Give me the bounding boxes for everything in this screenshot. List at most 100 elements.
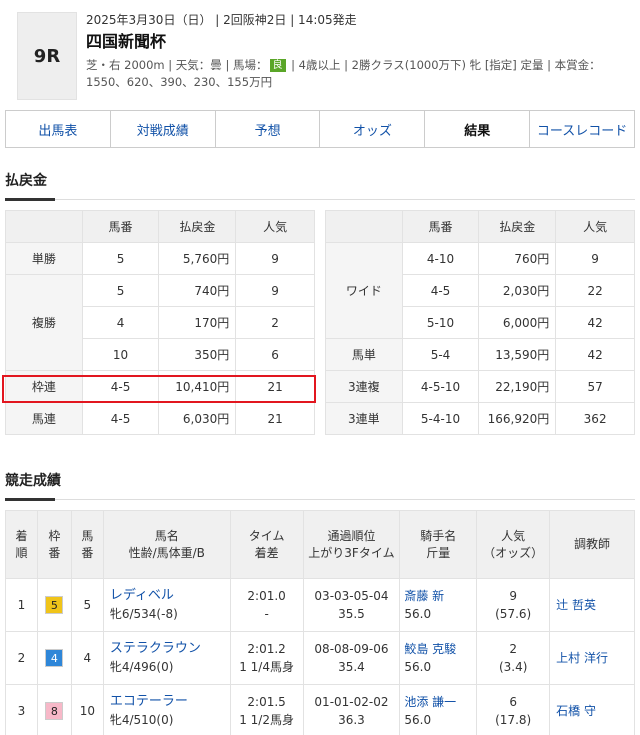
payout-row-tansho: 単勝 5 5,760円 9 [5, 242, 315, 275]
tab-prediction[interactable]: 予想 [216, 111, 321, 147]
result-umaban: 5 [70, 578, 104, 632]
result-horse-cell: エコテーラー 牝4/510(0) [102, 684, 231, 735]
header-umaban-text: 馬 番 [81, 528, 94, 560]
header-passing-text: 通過順位 上がり3Fタイム [308, 528, 395, 560]
payout-amount: 5,760円 [158, 242, 237, 275]
horse-name-link[interactable]: ステラクラウン [110, 640, 230, 658]
result-waku-cell: 8 [36, 684, 72, 735]
race-date-line: 2025年3月30日（日） | 2回阪神2日 | 14:05発走 [86, 13, 357, 27]
tab-head-to-head[interactable]: 対戦成績 [111, 111, 216, 147]
tab-entries[interactable]: 出馬表 [6, 111, 111, 147]
bet-type-label: 馬単 [325, 338, 403, 371]
result-ninki-cell: 2 (3.4) [476, 631, 551, 685]
result-margin: - [264, 607, 269, 621]
payout-amount: 6,030円 [158, 402, 237, 435]
payout-ninki: 42 [555, 306, 635, 339]
jockey-link[interactable]: 鮫島 克駿 [404, 640, 476, 658]
header-rank: 着 順 [5, 510, 38, 579]
payout-header-row: 馬番 払戻金 人気 [5, 210, 315, 243]
result-ninki: 9 [509, 589, 517, 603]
payout-section-title: 払戻金 [5, 173, 47, 189]
result-ninki-cell: 6 (17.8) [476, 684, 551, 735]
result-jockey-cell: 池添 謙一 56.0 [399, 684, 478, 735]
bet-type-label: 3連複 [325, 370, 403, 403]
waku-badge: 8 [45, 702, 64, 720]
result-time: 2:01.0 [247, 589, 286, 603]
result-passing-cell: 03-03-05-04 35.5 [302, 578, 401, 632]
result-umaban: 10 [70, 684, 104, 735]
wakuren-highlight-box [2, 375, 316, 403]
payout-row-umatan: 馬単 5-4 13,590円 42 [325, 338, 635, 371]
trainer-link[interactable]: 辻 哲英 [556, 598, 596, 612]
track-condition-badge: 良 [269, 59, 286, 72]
payout-header-blank [325, 210, 403, 243]
payout-header-ninki: 人気 [235, 210, 315, 243]
result-horse-cell: レディベル 牝6/534(-8) [102, 578, 231, 632]
payout-amount: 2,030円 [478, 274, 557, 307]
payout-ninki: 6 [235, 338, 315, 371]
payout-header-payout: 払戻金 [478, 210, 557, 243]
result-passing-cell: 01-01-02-02 36.3 [302, 684, 401, 735]
payout-umaban: 5 [81, 274, 160, 307]
result-odds: (57.6) [495, 607, 532, 621]
jockey-link[interactable]: 斎藤 新 [404, 587, 476, 605]
header-ninki: 人気 （オッズ） [476, 510, 551, 579]
jockey-link[interactable]: 池添 謙一 [404, 693, 476, 711]
results-section-title: 競走成績 [5, 473, 61, 489]
payout-umaban: 4-5 [401, 274, 480, 307]
race-tabs: 出馬表 対戦成績 予想 オッズ 結果 コースレコード [5, 110, 635, 148]
header-passing: 通過順位 上がり3Fタイム [302, 510, 401, 579]
jockey-kinryo: 56.0 [404, 713, 432, 727]
header-trainer-text: 調教師 [574, 537, 611, 551]
tab-results[interactable]: 結果 [425, 111, 531, 147]
payout-ninki: 362 [555, 402, 635, 435]
payout-ninki: 9 [235, 274, 315, 307]
header-trainer: 調教師 [549, 510, 635, 579]
race-number: 9R [17, 12, 77, 100]
result-passing: 08-08-09-06 [314, 642, 389, 656]
header-ninki-text: 人気 （オッズ） [483, 528, 544, 560]
payout-ninki: 42 [555, 338, 635, 371]
horse-sex-weight: 牝6/534(-8) [109, 607, 178, 621]
trainer-link[interactable]: 上村 洋行 [556, 651, 608, 665]
result-passing-cell: 08-08-09-06 35.4 [302, 631, 401, 685]
header-time-text: タイム 着差 [248, 528, 285, 560]
tab-course-record[interactable]: コースレコード [530, 111, 634, 147]
horse-name-link[interactable]: レディベル [110, 587, 230, 605]
trainer-link[interactable]: 石橋 守 [556, 704, 596, 718]
result-margin: 1 1/2馬身 [239, 713, 294, 727]
race-name: 四国新聞杯 [86, 32, 167, 51]
tab-odds[interactable]: オッズ [320, 111, 426, 147]
result-rank: 2 [5, 631, 38, 685]
payout-header-blank [5, 210, 83, 243]
payout-row-wide: ワイド 4-10 760円 9 [325, 242, 635, 339]
horse-sex-weight: 牝4/510(0) [109, 713, 174, 727]
race-info: 2025年3月30日（日） | 2回阪神2日 | 14:05発走 四国新聞杯 芝… [86, 12, 636, 91]
payout-amount: 740円 [158, 274, 237, 307]
result-last3f: 36.3 [338, 713, 365, 727]
payout-row-sanrenpuku: 3連複 4-5-10 22,190円 57 [325, 370, 635, 403]
result-passing: 01-01-02-02 [314, 695, 389, 709]
result-time: 2:01.2 [247, 642, 286, 656]
result-waku-cell: 5 [36, 578, 72, 632]
results-header-row: 着 順 枠 番 馬 番 馬名 性齢/馬体重/B タイム 着差 通過順位 上がり3… [5, 510, 635, 579]
result-jockey-cell: 斎藤 新 56.0 [399, 578, 478, 632]
header-jockey-text: 騎手名 斤量 [420, 528, 457, 560]
payout-ninki: 9 [555, 242, 635, 275]
header-time: タイム 着差 [229, 510, 304, 579]
header-umaban: 馬 番 [70, 510, 104, 579]
waku-badge: 4 [45, 649, 64, 667]
payout-umaban: 5-4 [401, 338, 480, 371]
payout-header-payout: 払戻金 [158, 210, 237, 243]
payout-header-ninki: 人気 [555, 210, 635, 243]
payout-ninki: 21 [235, 402, 315, 435]
payout-header-umaban: 馬番 [401, 210, 480, 243]
result-horse-cell: ステラクラウン 牝4/496(0) [102, 631, 231, 685]
payout-umaban: 5-10 [401, 306, 480, 339]
payout-umaban: 5-4-10 [401, 402, 480, 435]
result-time-cell: 2:01.0 - [229, 578, 304, 632]
horse-name-link[interactable]: エコテーラー [110, 693, 230, 711]
result-ninki: 2 [509, 642, 517, 656]
header-waku: 枠 番 [36, 510, 72, 579]
payout-divider [5, 198, 635, 201]
